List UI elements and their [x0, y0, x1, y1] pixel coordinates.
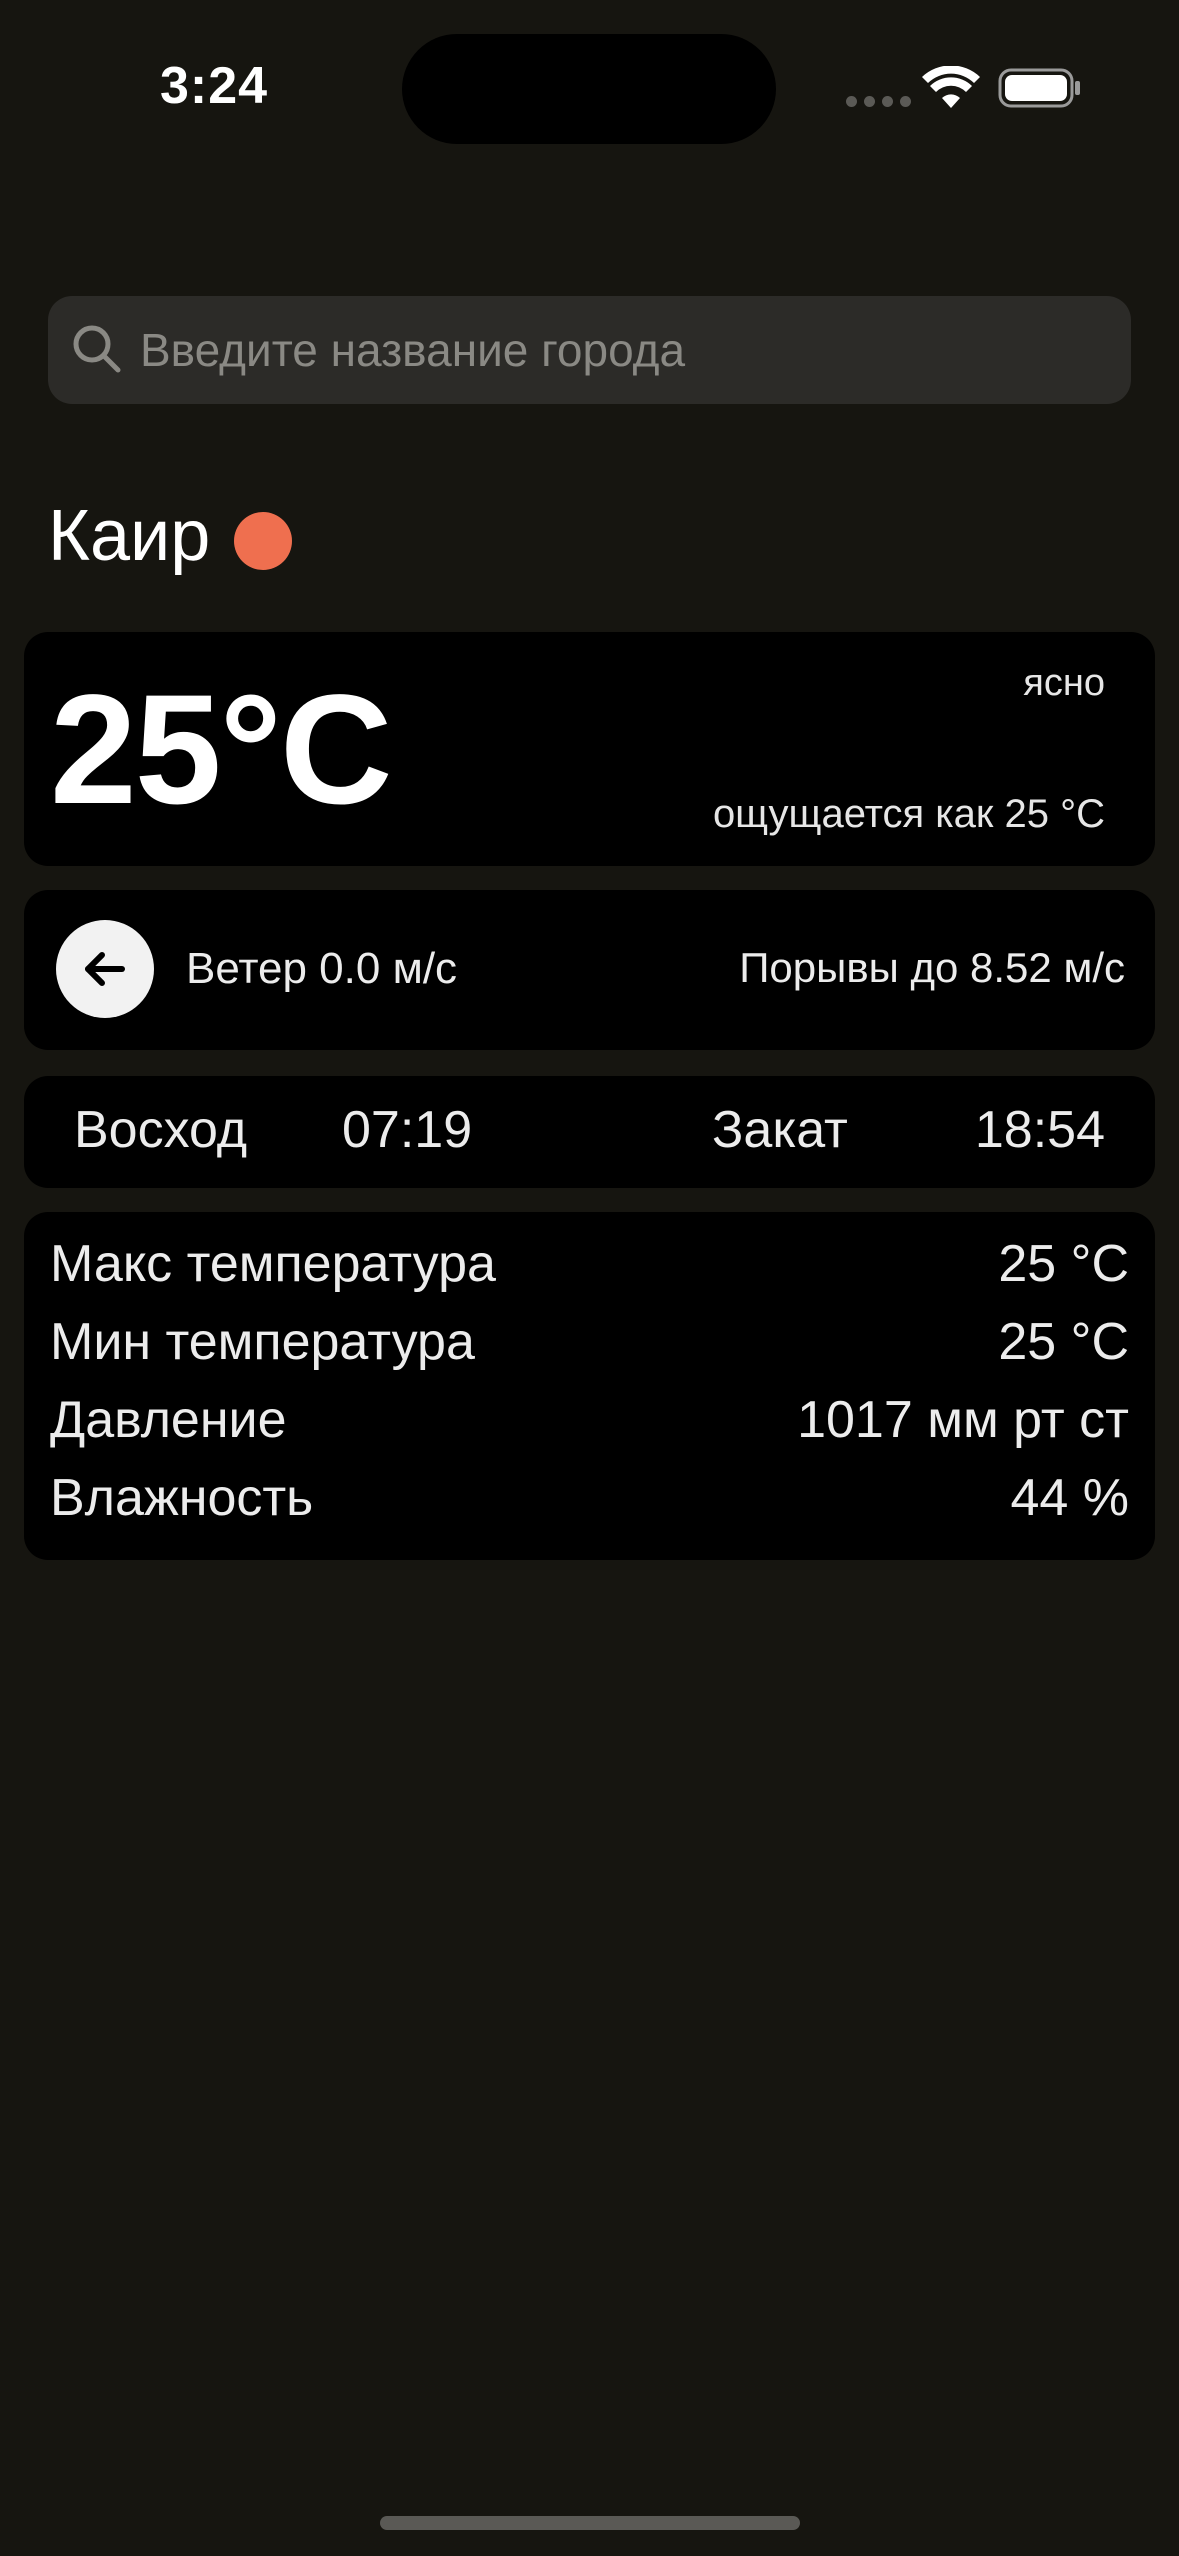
detail-label: Макс температура	[50, 1235, 496, 1293]
feels-like: ощущается как 25 °C	[712, 792, 1105, 836]
detail-value: 25 °C	[998, 1235, 1129, 1293]
detail-value: 44 %	[1010, 1469, 1129, 1527]
arrow-left-icon	[85, 952, 125, 986]
city-search-input[interactable]	[140, 296, 1100, 404]
detail-value: 25 °C	[998, 1313, 1129, 1371]
dynamic-island	[402, 34, 776, 144]
search-icon	[73, 325, 121, 373]
signal-icon	[846, 96, 911, 107]
search-bar[interactable]	[48, 296, 1131, 404]
city-name: Каир	[48, 496, 211, 576]
detail-value: 1017 мм рт ст	[797, 1391, 1129, 1449]
status-time: 3:24	[160, 57, 269, 115]
home-indicator[interactable]	[380, 2516, 800, 2530]
detail-row-max-temp: Макс температура 25 °C	[50, 1234, 1129, 1306]
wifi-icon	[922, 66, 980, 108]
sunrise-time: 07:19	[342, 1101, 473, 1159]
detail-label: Мин температура	[50, 1313, 475, 1371]
weather-description: ясно	[1023, 662, 1105, 704]
wind-gusts: Порывы до 8.52 м/с	[739, 944, 1125, 991]
sunrise-label: Восход	[74, 1101, 248, 1159]
wind-card: Ветер 0.0 м/с Порывы до 8.52 м/с	[24, 890, 1155, 1050]
sunset-label: Закат	[712, 1101, 848, 1159]
sunset-time: 18:54	[974, 1101, 1105, 1159]
weather-screen: 3:24 Каир 25°C ясно ощущается как 25 °C	[0, 0, 1179, 2556]
wind-speed: Ветер 0.0 м/с	[186, 944, 458, 993]
temperature-card: 25°C ясно ощущается как 25 °C	[24, 632, 1155, 866]
detail-row-min-temp: Мин температура 25 °C	[50, 1312, 1129, 1384]
detail-row-humidity: Влажность 44 %	[50, 1468, 1129, 1540]
detail-label: Давление	[50, 1391, 287, 1449]
details-card: Макс температура 25 °C Мин температура 2…	[24, 1212, 1155, 1560]
sun-card: Восход 07:19 Закат 18:54	[24, 1076, 1155, 1188]
city-status-dot	[234, 512, 292, 570]
wind-direction	[56, 920, 154, 1018]
current-temperature: 25°C	[50, 663, 393, 837]
detail-row-pressure: Давление 1017 мм рт ст	[50, 1390, 1129, 1462]
battery-icon	[998, 68, 1080, 108]
detail-label: Влажность	[50, 1469, 314, 1527]
